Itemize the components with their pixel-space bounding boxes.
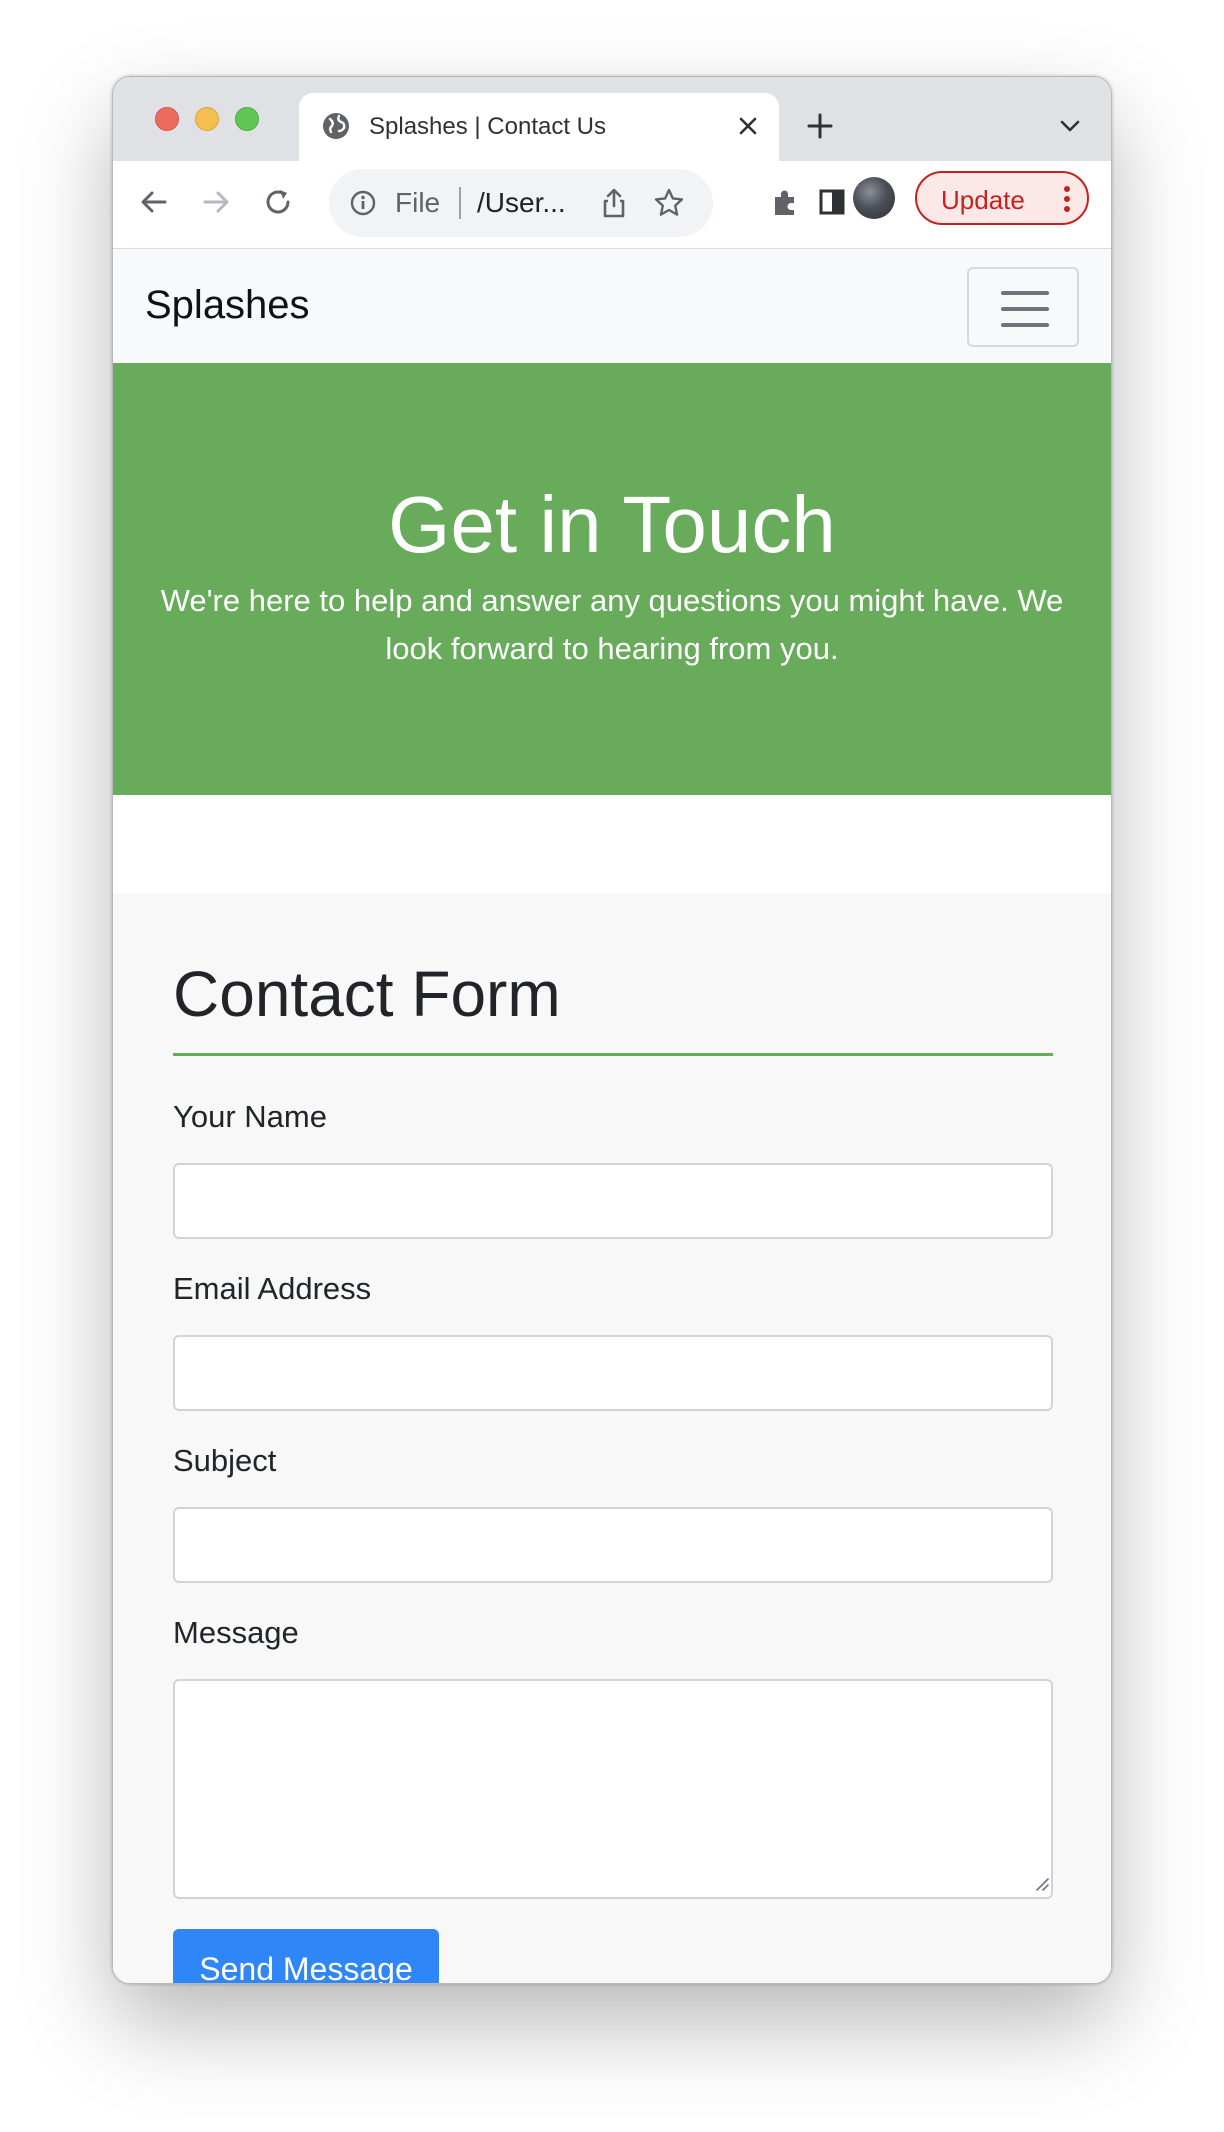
email-input[interactable] [173, 1335, 1053, 1411]
email-label: Email Address [173, 1271, 372, 1306]
send-message-button[interactable]: Send Message [173, 1929, 439, 1983]
resize-grip-icon[interactable] [1033, 1875, 1049, 1891]
chevron-down-icon[interactable] [1059, 117, 1081, 135]
hamburger-icon-bar [1001, 307, 1049, 311]
extensions-puzzle-icon[interactable] [769, 185, 803, 219]
site-brand[interactable]: Splashes [145, 283, 310, 328]
name-input[interactable] [173, 1163, 1053, 1239]
contact-form-section: Contact Form Your Name Email Address Sub… [113, 893, 1111, 1983]
more-menu-icon[interactable] [1063, 185, 1071, 213]
bookmark-star-icon[interactable] [653, 187, 685, 219]
tab-title: Splashes | Contact Us [369, 113, 607, 140]
globe-icon [323, 113, 349, 139]
message-textarea[interactable] [173, 1679, 1053, 1899]
tab-strip: Splashes | Contact Us [113, 77, 1111, 161]
browser-tab[interactable]: Splashes | Contact Us [299, 93, 779, 161]
back-arrow-icon[interactable] [137, 185, 171, 219]
site-navbar: Splashes [113, 249, 1111, 363]
zoom-window-button[interactable] [235, 107, 259, 131]
side-panel-icon[interactable] [815, 185, 849, 219]
form-title: Contact Form [173, 958, 561, 1030]
message-label: Message [173, 1615, 299, 1650]
address-bar[interactable]: File /User... [329, 169, 713, 237]
form-title-underline [173, 1053, 1053, 1056]
minimize-window-button[interactable] [195, 107, 219, 131]
close-tab-icon[interactable] [735, 113, 761, 139]
update-button-label: Update [941, 185, 1025, 215]
hero-banner: Get in Touch We're here to help and answ… [113, 363, 1111, 795]
close-window-button[interactable] [155, 107, 179, 131]
subject-input[interactable] [173, 1507, 1053, 1583]
hamburger-icon-bar [1001, 323, 1049, 327]
url-scheme-label: File [395, 187, 441, 218]
browser-window: Splashes | Contact Us File /User... Upda… [112, 76, 1112, 1984]
omnibox-separator [459, 187, 461, 219]
navbar-toggler-button[interactable] [967, 267, 1079, 347]
share-icon[interactable] [599, 187, 629, 219]
reload-icon[interactable] [261, 185, 295, 219]
forward-arrow-icon[interactable] [199, 185, 233, 219]
profile-avatar[interactable] [853, 177, 895, 219]
info-icon[interactable] [349, 189, 377, 217]
hero-subtitle: We're here to help and answer any questi… [160, 583, 1064, 666]
browser-toolbar: File /User... Update [113, 161, 1111, 249]
hamburger-icon [1001, 291, 1049, 295]
hero-title: Get in Touch [388, 480, 836, 569]
page-viewport: Splashes Get in Touch We're here to help… [113, 249, 1111, 1983]
subject-label: Subject [173, 1443, 277, 1478]
update-button[interactable]: Update [915, 171, 1089, 225]
new-tab-icon[interactable] [805, 111, 835, 141]
url-text[interactable]: /User... [477, 187, 566, 219]
name-label: Your Name [173, 1099, 327, 1134]
